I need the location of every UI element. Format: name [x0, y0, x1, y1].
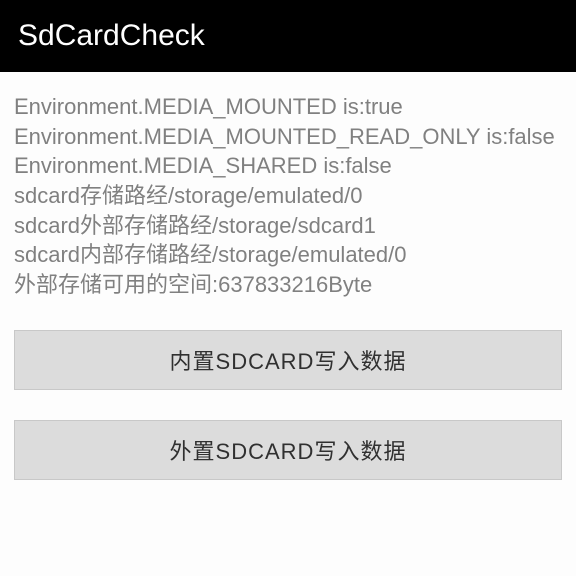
info-line: Environment.MEDIA_MOUNTED_READ_ONLY is:f…: [14, 122, 562, 152]
info-line: sdcard存储路经/storage/emulated/0: [14, 181, 562, 211]
title-bar: SdCardCheck: [0, 0, 576, 72]
write-external-sdcard-button[interactable]: 外置SDCARD写入数据: [14, 420, 562, 480]
info-line: 外部存储可用的空间:637833216Byte: [14, 270, 562, 300]
button-container: 内置SDCARD写入数据 外置SDCARD写入数据: [0, 330, 576, 510]
info-block: Environment.MEDIA_MOUNTED is:true Enviro…: [14, 92, 562, 300]
page-title: SdCardCheck: [18, 19, 205, 53]
info-line: Environment.MEDIA_SHARED is:false: [14, 151, 562, 181]
info-line: sdcard内部存储路经/storage/emulated/0: [14, 240, 562, 270]
info-line: Environment.MEDIA_MOUNTED is:true: [14, 92, 562, 122]
write-internal-sdcard-button[interactable]: 内置SDCARD写入数据: [14, 330, 562, 390]
info-line: sdcard外部存储路经/storage/sdcard1: [14, 211, 562, 241]
content-area: Environment.MEDIA_MOUNTED is:true Enviro…: [0, 72, 576, 300]
